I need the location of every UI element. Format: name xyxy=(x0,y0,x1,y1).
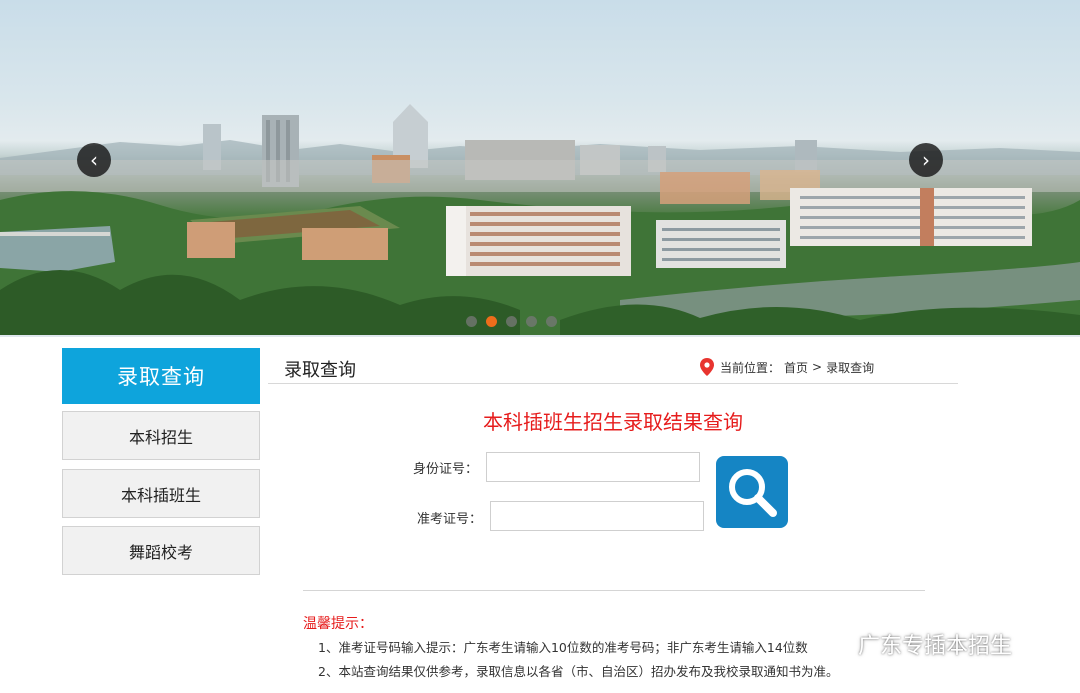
watermark-text: 广东专插本招生 xyxy=(858,634,1013,659)
tips-title: 温馨提示： xyxy=(303,616,373,632)
carousel-next-button[interactable]: › xyxy=(909,143,943,177)
carousel-indicators xyxy=(466,316,557,327)
exam-number-input[interactable] xyxy=(490,501,704,531)
wechat-watermark: 广东专插本招生 xyxy=(814,628,1012,660)
sidebar-title: 录取查询 xyxy=(62,348,260,404)
breadcrumb-separator: > xyxy=(812,360,823,374)
tip-line-2: 2、本站查询结果仅供参考，录取信息以各省（市、自治区）招办发布及我校录取通知书为… xyxy=(318,664,839,679)
campus-banner: ‹ › xyxy=(0,0,1080,335)
wechat-icon xyxy=(815,630,852,657)
chevron-right-icon: › xyxy=(922,148,930,172)
title-divider xyxy=(268,383,958,384)
banner-divider xyxy=(0,335,1080,337)
query-heading: 本科插班生招生录取结果查询 xyxy=(483,410,743,434)
tip-line-1: 1、准考证号码输入提示：广东考生请输入10位数的准考号码；非广东考生请输入14位… xyxy=(318,640,808,655)
carousel-dot[interactable] xyxy=(546,316,557,327)
carousel-dot[interactable] xyxy=(506,316,517,327)
id-number-input[interactable] xyxy=(486,452,700,482)
breadcrumb-home-link[interactable]: 首页 xyxy=(784,359,808,376)
search-button[interactable] xyxy=(716,456,788,528)
search-icon xyxy=(729,469,777,517)
id-number-label: 身份证号： xyxy=(412,462,478,477)
breadcrumb-prefix: 当前位置： xyxy=(720,360,781,375)
sidebar-item-transfer[interactable]: 本科插班生 xyxy=(62,469,260,518)
breadcrumb-current: 录取查询 xyxy=(826,360,875,375)
carousel-dot-active[interactable] xyxy=(486,316,497,327)
location-pin-icon xyxy=(700,358,714,376)
chevron-left-icon: ‹ xyxy=(90,148,98,172)
breadcrumb: 当前位置： 首页 > 录取查询 xyxy=(700,358,878,376)
tips-divider xyxy=(303,590,925,591)
exam-number-label: 准考证号： xyxy=(416,512,482,527)
carousel-prev-button[interactable]: ‹ xyxy=(77,143,111,177)
sidebar-item-dance-exam[interactable]: 舞蹈校考 xyxy=(62,526,260,575)
carousel-dot[interactable] xyxy=(466,316,477,327)
page-title: 录取查询 xyxy=(284,360,356,381)
carousel-dot[interactable] xyxy=(526,316,537,327)
